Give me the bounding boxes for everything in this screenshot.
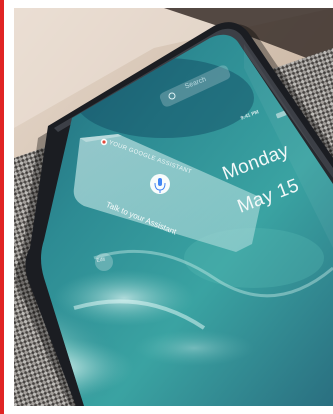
phone-photo (14, 8, 333, 406)
red-border-accent (0, 0, 4, 414)
microphone-icon (158, 178, 162, 186)
photo-frame: Search 9:41 PM Monday May 15 YOUR GOOGLE… (14, 8, 333, 406)
